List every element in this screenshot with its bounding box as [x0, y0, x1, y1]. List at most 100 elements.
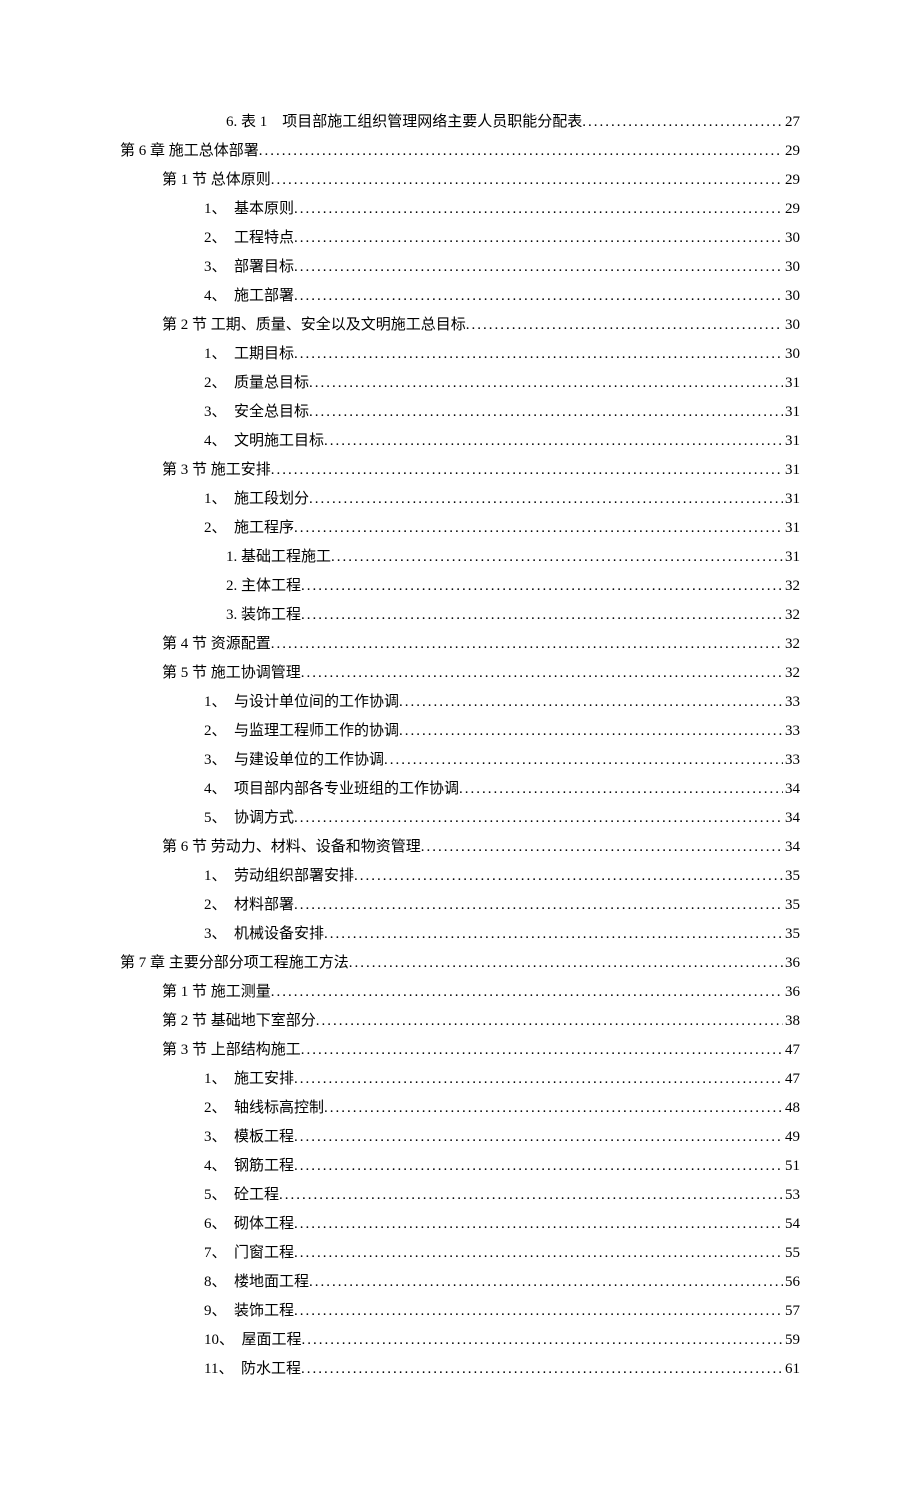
- toc-entry-page: 33: [783, 719, 800, 745]
- toc-leader-dots: [294, 806, 783, 832]
- toc-entry: 9、 装饰工程 57: [120, 1299, 800, 1325]
- toc-entry-page: 35: [783, 864, 800, 890]
- toc-entry-page: 31: [783, 487, 800, 513]
- toc-entry: 5、 砼工程 53: [120, 1183, 800, 1209]
- toc-entry: 3. 装饰工程32: [120, 603, 800, 629]
- toc-leader-dots: [301, 661, 783, 687]
- toc-entry: 1、 施工段划分31: [120, 487, 800, 513]
- toc-entry: 1、 与设计单位间的工作协调33: [120, 690, 800, 716]
- toc-leader-dots: [271, 168, 783, 194]
- toc-entry-page: 31: [783, 371, 800, 397]
- toc-entry: 3、 部署目标30: [120, 255, 800, 281]
- toc-leader-dots: [294, 226, 783, 252]
- toc-entry-page: 47: [783, 1038, 800, 1064]
- toc-entry-label: 4、 文明施工目标: [204, 429, 324, 455]
- toc-entry-label: 2. 主体工程: [226, 574, 301, 600]
- toc-entry-label: 第 2 节 工期、质量、安全以及文明施工总目标: [162, 313, 466, 339]
- toc-entry: 1. 基础工程施工31: [120, 545, 800, 571]
- toc-entry: 第 3 节 施工安排31: [120, 458, 800, 484]
- toc-entry: 4、 项目部内部各专业班组的工作协调 34: [120, 777, 800, 803]
- toc-entry-page: 31: [783, 516, 800, 542]
- toc-entry-page: 31: [783, 429, 800, 455]
- toc-entry-page: 34: [783, 806, 800, 832]
- toc-entry-label: 第 1 节 总体原则: [162, 168, 271, 194]
- toc-entry-page: 31: [783, 458, 800, 484]
- toc-entry-page: 36: [783, 951, 800, 977]
- toc-leader-dots: [294, 893, 783, 919]
- toc-leader-dots: [324, 922, 783, 948]
- toc-entry-page: 35: [783, 893, 800, 919]
- toc-entry-label: 4、 项目部内部各专业班组的工作协调: [204, 777, 459, 803]
- toc-leader-dots: [294, 1154, 783, 1180]
- toc-entry-page: 35: [783, 922, 800, 948]
- toc-entry-label: 9、 装饰工程: [204, 1299, 294, 1325]
- toc-leader-dots: [316, 1009, 783, 1035]
- toc-entry-page: 34: [783, 835, 800, 861]
- toc-leader-dots: [294, 342, 783, 368]
- toc-entry-page: 59: [783, 1328, 800, 1354]
- toc-entry-page: 56: [783, 1270, 800, 1296]
- toc-entry: 3、 安全总目标31: [120, 400, 800, 426]
- toc-entry: 2、 材料部署35: [120, 893, 800, 919]
- toc-entry-page: 48: [783, 1096, 800, 1122]
- toc-leader-dots: [384, 748, 783, 774]
- toc-entry-page: 36: [783, 980, 800, 1006]
- toc-entry-page: 30: [783, 226, 800, 252]
- toc-entry: 第 2 节 工期、质量、安全以及文明施工总目标 30: [120, 313, 800, 339]
- toc-entry-page: 57: [783, 1299, 800, 1325]
- toc-entry: 2、 与监理工程师工作的协调33: [120, 719, 800, 745]
- toc-entry-page: 53: [783, 1183, 800, 1209]
- toc-leader-dots: [301, 574, 783, 600]
- toc-entry: 3、 模板工程 49: [120, 1125, 800, 1151]
- toc-entry-label: 第 6 章 施工总体部署: [120, 139, 259, 165]
- toc-entry-label: 1、 工期目标: [204, 342, 294, 368]
- toc-leader-dots: [294, 516, 783, 542]
- toc-leader-dots: [294, 1299, 783, 1325]
- toc-leader-dots: [309, 487, 783, 513]
- toc-entry: 第 3 节 上部结构施工 47: [120, 1038, 800, 1064]
- toc-entry: 3、 与建设单位的工作协调33: [120, 748, 800, 774]
- toc-leader-dots: [399, 719, 783, 745]
- toc-entry-page: 30: [783, 313, 800, 339]
- toc-entry: 2、 施工程序 31: [120, 516, 800, 542]
- toc-entry-label: 6. 表 1 项目部施工组织管理网络主要人员职能分配表: [226, 110, 582, 136]
- toc-entry: 4、 钢筋工程51: [120, 1154, 800, 1180]
- toc-entry: 1、 劳动组织部署安排35: [120, 864, 800, 890]
- toc-entry-label: 第 4 节 资源配置: [162, 632, 271, 658]
- toc-entry-page: 38: [783, 1009, 800, 1035]
- toc-entry-label: 5、 协调方式: [204, 806, 294, 832]
- toc-entry-label: 11、 防水工程: [204, 1357, 301, 1383]
- toc-entry-label: 2、 施工程序: [204, 516, 294, 542]
- toc-entry-label: 4、 钢筋工程: [204, 1154, 294, 1180]
- toc-entry: 2、 质量总目标31: [120, 371, 800, 397]
- toc-entry-label: 第 5 节 施工协调管理: [162, 661, 301, 687]
- toc-entry-page: 27: [783, 110, 800, 136]
- toc-entry-page: 49: [783, 1125, 800, 1151]
- toc-entry-label: 3、 机械设备安排: [204, 922, 324, 948]
- toc-leader-dots: [279, 1183, 783, 1209]
- toc-entry-label: 3. 装饰工程: [226, 603, 301, 629]
- toc-entry: 8、 楼地面工程 56: [120, 1270, 800, 1296]
- toc-leader-dots: [459, 777, 783, 803]
- toc-entry-label: 5、 砼工程: [204, 1183, 279, 1209]
- toc-entry: 第 5 节 施工协调管理32: [120, 661, 800, 687]
- toc-leader-dots: [309, 1270, 783, 1296]
- toc-entry-page: 34: [783, 777, 800, 803]
- toc-entry-label: 8、 楼地面工程: [204, 1270, 309, 1296]
- toc-entry-page: 33: [783, 748, 800, 774]
- toc-entry-page: 32: [783, 632, 800, 658]
- toc-leader-dots: [294, 1241, 783, 1267]
- toc-leader-dots: [421, 835, 783, 861]
- toc-leader-dots: [294, 1212, 783, 1238]
- toc-entry-label: 第 3 节 上部结构施工: [162, 1038, 301, 1064]
- toc-entry-label: 第 1 节 施工测量: [162, 980, 271, 1006]
- toc-entry: 4、 文明施工目标 31: [120, 429, 800, 455]
- toc-leader-dots: [582, 110, 783, 136]
- toc-entry-page: 32: [783, 574, 800, 600]
- toc-entry-label: 7、 门窗工程: [204, 1241, 294, 1267]
- toc-entry: 2、 工程特点30: [120, 226, 800, 252]
- toc-entry-label: 3、 模板工程: [204, 1125, 294, 1151]
- toc-entry: 7、 门窗工程55: [120, 1241, 800, 1267]
- toc-entry: 5、 协调方式 34: [120, 806, 800, 832]
- toc-entry-label: 第 2 节 基础地下室部分: [162, 1009, 316, 1035]
